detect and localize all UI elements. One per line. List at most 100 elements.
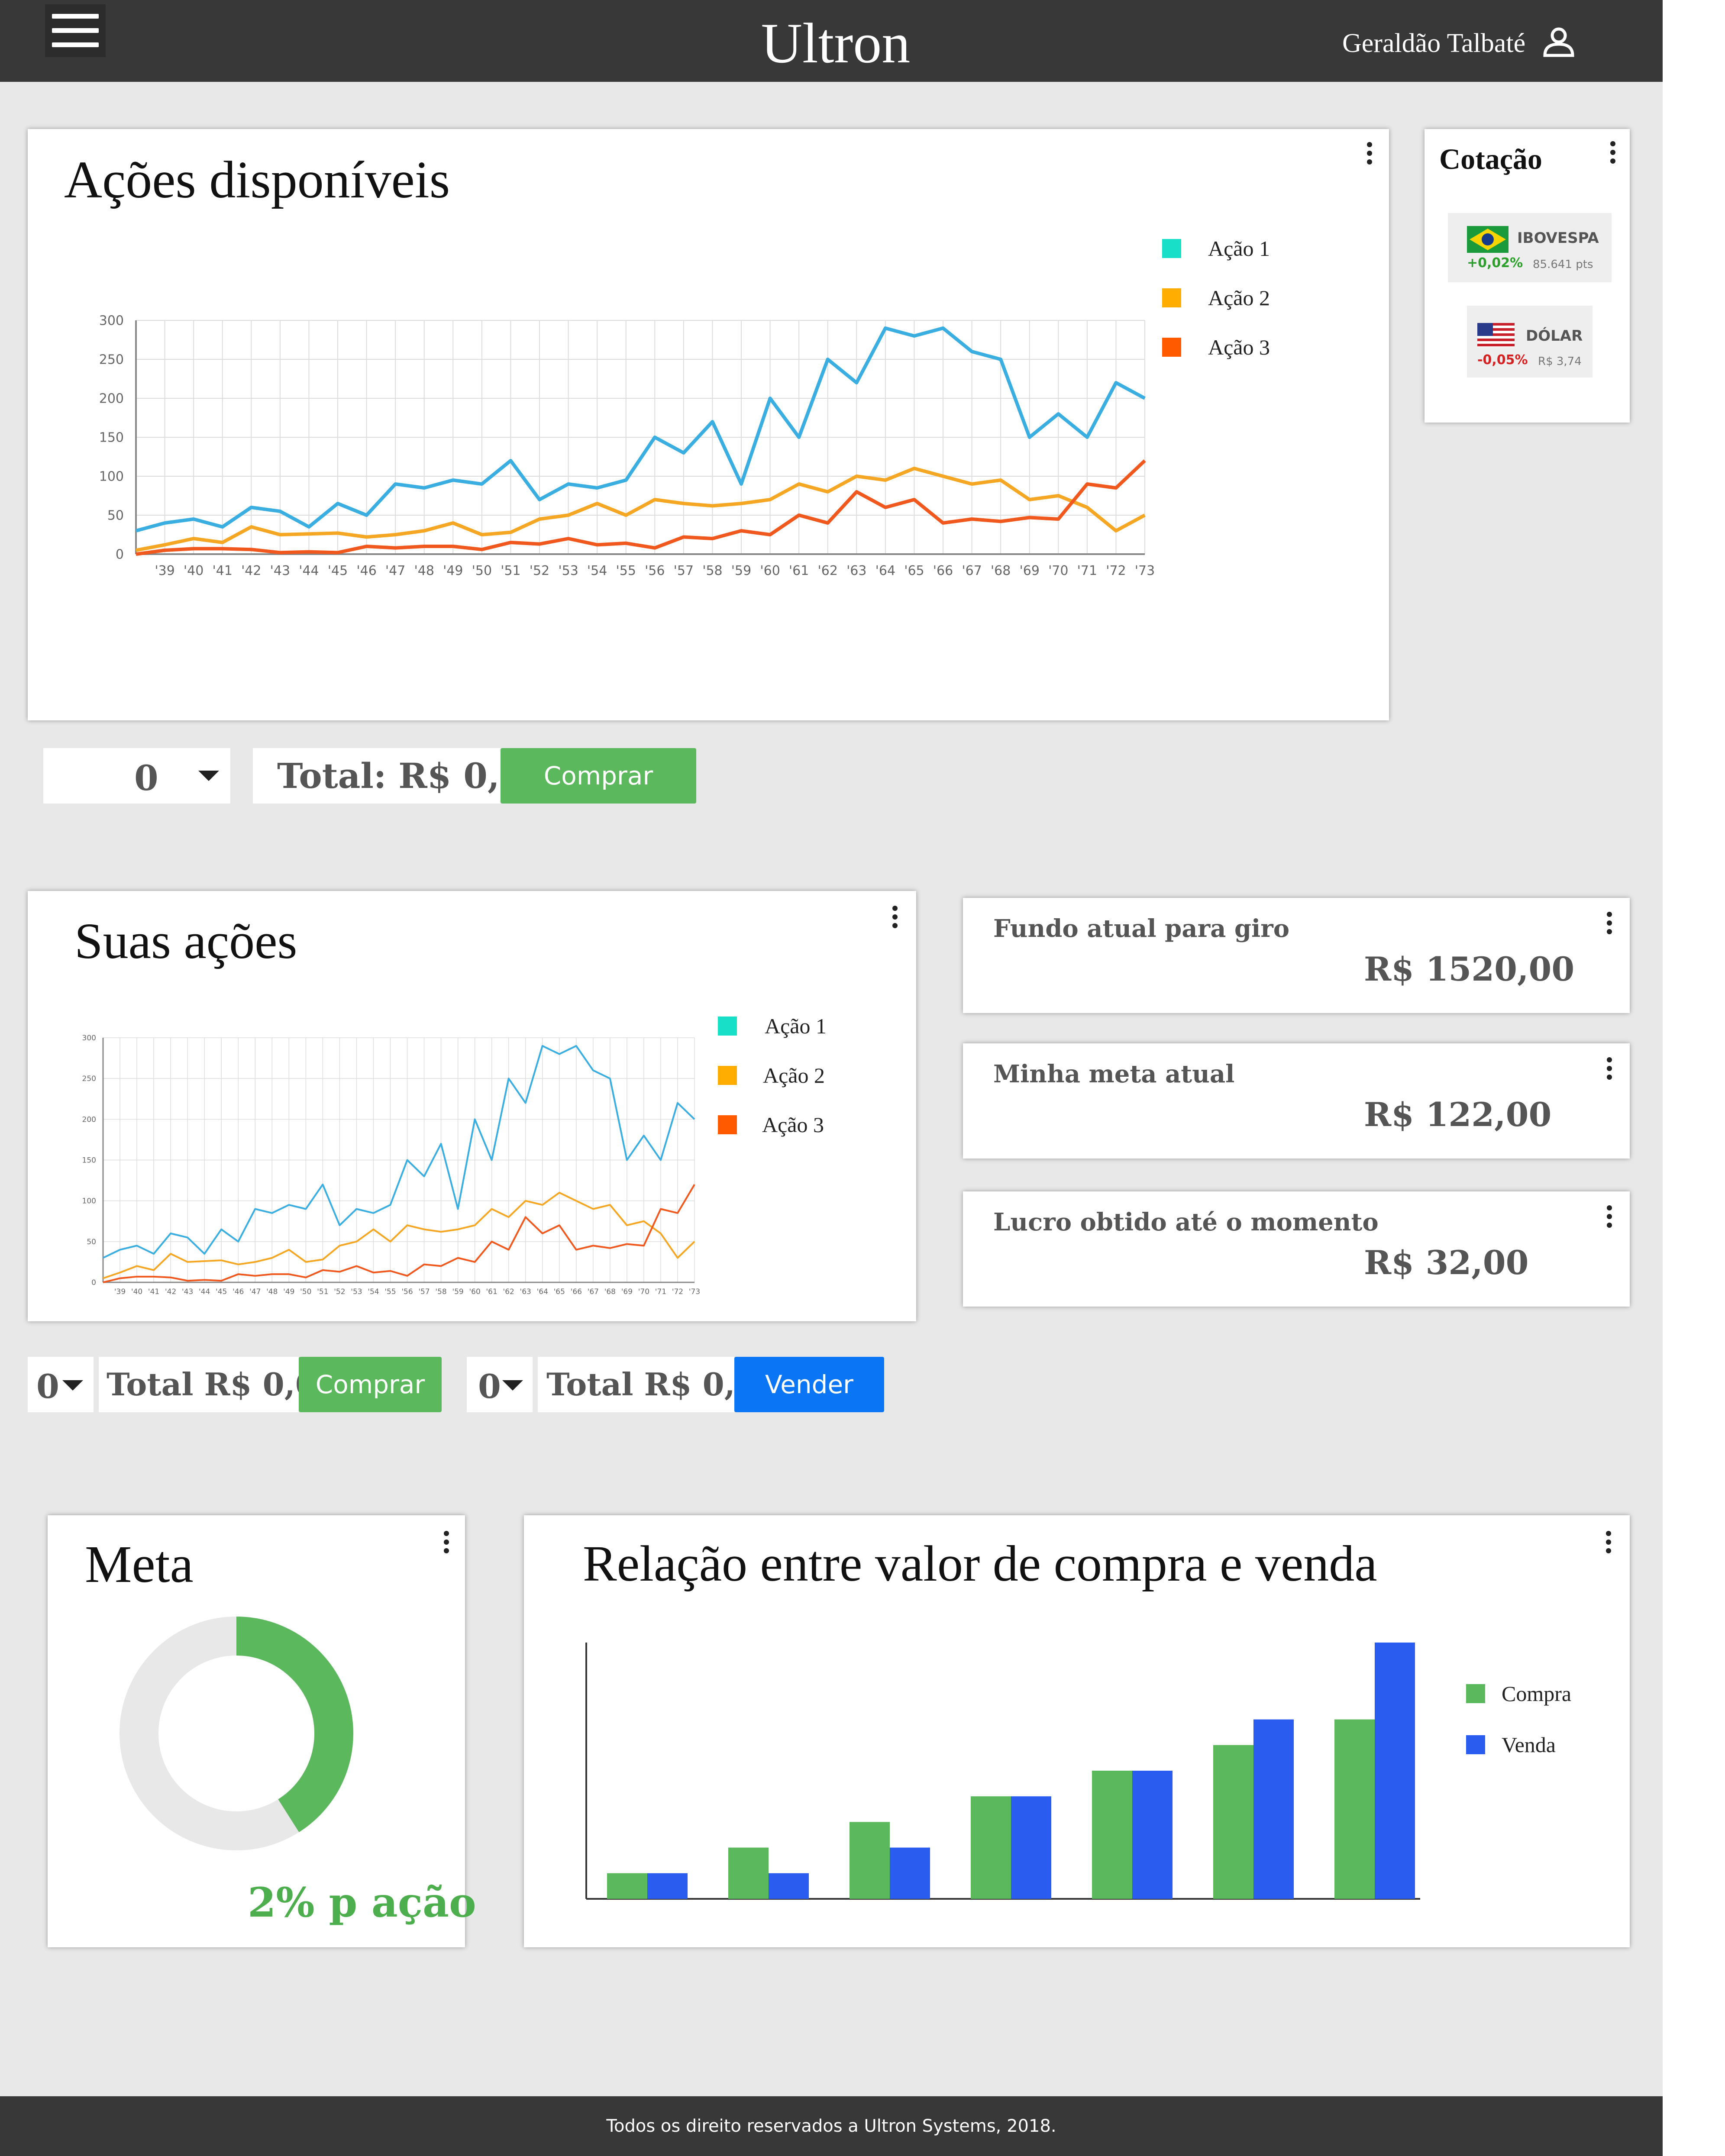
- x-tick-label: '46: [356, 563, 376, 578]
- x-tick-label: '54: [368, 1288, 379, 1296]
- x-tick-label: '62: [818, 563, 838, 578]
- legend-label-acao-2: Ação 2: [763, 1063, 825, 1088]
- chevron-down-icon: [502, 1380, 523, 1391]
- bar-compra-5: [1092, 1771, 1132, 1899]
- x-tick-label: '58: [435, 1288, 446, 1296]
- x-tick-label: '53: [351, 1288, 362, 1296]
- relacao-bar-chart: [585, 1643, 1420, 1900]
- x-tick-label: '52: [334, 1288, 345, 1296]
- meta-progress-donut: [120, 1617, 353, 1850]
- legend-swatch-acao-3: [718, 1115, 737, 1134]
- more-options-icon[interactable]: [1602, 1530, 1615, 1556]
- x-tick-label: '42: [165, 1288, 176, 1296]
- x-tick-label: '67: [588, 1288, 599, 1296]
- x-tick-label: '48: [414, 563, 434, 578]
- more-options-icon[interactable]: [440, 1530, 453, 1556]
- x-tick-label: '42: [241, 563, 261, 578]
- x-tick-label: '47: [385, 563, 405, 578]
- y-tick-label: 250: [99, 352, 124, 368]
- more-options-icon[interactable]: [1603, 1056, 1616, 1082]
- x-tick-label: '73: [1135, 563, 1155, 578]
- buy-button[interactable]: Comprar: [501, 748, 696, 804]
- quote-name: DÓLAR: [1526, 327, 1583, 345]
- buy-total-display: Total R$ 0,00: [99, 1357, 339, 1412]
- quantity-value: 0: [478, 1367, 501, 1406]
- x-tick-label: '49: [283, 1288, 294, 1296]
- quantity-select[interactable]: 0: [43, 748, 230, 804]
- meta-caption: 2% p ação: [248, 1879, 476, 1927]
- x-tick-label: '43: [182, 1288, 193, 1296]
- buy-quantity-select[interactable]: 0: [28, 1357, 94, 1412]
- x-tick-label: '45: [216, 1288, 227, 1296]
- legend-swatch-acao-2: [1162, 288, 1181, 307]
- buy-button[interactable]: Comprar: [299, 1357, 442, 1412]
- series-line-2: [136, 467, 1146, 552]
- hamburger-menu-button[interactable]: [45, 4, 106, 57]
- x-tick-label: '59: [731, 563, 751, 578]
- quantity-value: 0: [134, 758, 158, 798]
- series-line-1: [103, 1045, 695, 1259]
- more-options-icon[interactable]: [1603, 911, 1616, 937]
- app-root: Ultron Geraldão Talbaté Ações disponívei…: [0, 0, 1663, 2156]
- card-title: Relação entre valor de compra e venda: [583, 1535, 1377, 1592]
- x-tick-label: '64: [875, 563, 895, 578]
- x-tick-label: '54: [587, 563, 607, 578]
- lucro-card: Lucro obtido até o momento R$ 32,00: [963, 1191, 1630, 1307]
- x-tick-label: '59: [452, 1288, 463, 1296]
- x-tick-label: '63: [846, 563, 866, 578]
- x-tick-label: '52: [530, 563, 549, 578]
- bar-compra-4: [971, 1796, 1011, 1899]
- chevron-down-icon: [62, 1380, 83, 1391]
- x-tick-label: '48: [266, 1288, 278, 1296]
- x-tick-label: '44: [299, 563, 319, 578]
- footer-text: Todos os direito reservados a Ultron Sys…: [606, 2116, 1056, 2136]
- y-tick-label: 200: [99, 391, 124, 407]
- more-options-icon[interactable]: [1603, 1204, 1616, 1230]
- x-tick-label: '62: [503, 1288, 514, 1296]
- x-tick-label: '55: [384, 1288, 396, 1296]
- user-name[interactable]: Geraldão Talbaté: [1342, 25, 1525, 61]
- relacao-card: Relação entre valor de compra e venda Co…: [524, 1515, 1630, 1947]
- x-tick-label: '47: [249, 1288, 261, 1296]
- quote-dolar[interactable]: DÓLAR -0,05% R$ 3,74: [1467, 306, 1593, 378]
- x-tick-label: '71: [1077, 563, 1097, 578]
- x-tick-label: '49: [443, 563, 463, 578]
- sell-button[interactable]: Vender: [734, 1357, 884, 1412]
- quote-value: R$ 3,74: [1538, 355, 1582, 368]
- more-options-icon[interactable]: [1606, 140, 1619, 166]
- x-tick-label: '46: [233, 1288, 244, 1296]
- x-tick-label: '70: [1048, 563, 1068, 578]
- x-tick-label: '39: [155, 563, 174, 578]
- legend-swatch-acao-1: [718, 1017, 737, 1036]
- bar-venda-1: [647, 1873, 688, 1899]
- quote-ibovespa[interactable]: IBOVESPA +0,02% 85.641 pts: [1448, 213, 1612, 282]
- metric-label: Lucro obtido até o momento: [993, 1208, 1379, 1236]
- card-title: Meta: [85, 1535, 194, 1594]
- legend-label-compra: Compra: [1502, 1682, 1572, 1706]
- legend-label-acao-3: Ação 3: [1208, 335, 1270, 359]
- x-tick-label: '56: [645, 563, 665, 578]
- x-tick-label: '44: [199, 1288, 210, 1296]
- menu-bar-icon: [52, 14, 99, 19]
- x-tick-label: '72: [672, 1288, 683, 1296]
- x-tick-label: '65: [554, 1288, 565, 1296]
- sell-quantity-select[interactable]: 0: [467, 1357, 533, 1412]
- brazil-flag-icon: [1467, 226, 1509, 253]
- x-tick-label: '63: [520, 1288, 531, 1296]
- x-tick-label: '41: [213, 563, 233, 578]
- legend-swatch-acao-2: [718, 1066, 737, 1085]
- more-options-icon[interactable]: [1363, 141, 1376, 167]
- x-tick-label: '60: [760, 563, 780, 578]
- series-line-2: [103, 1191, 695, 1279]
- more-options-icon[interactable]: [888, 905, 901, 931]
- acoes-disponiveis-chart: 0 50 100 150 200 250 300 '39 '40 '41 '42 '43 '44 '45 '…: [99, 313, 1155, 579]
- quantity-value: 0: [36, 1367, 59, 1406]
- x-tick-label: '43: [270, 563, 290, 578]
- user-icon[interactable]: [1541, 27, 1576, 57]
- menu-bar-icon: [52, 28, 99, 33]
- metric-value: R$ 122,00: [1364, 1095, 1552, 1134]
- menu-bar-icon: [52, 42, 99, 47]
- quote-change: -0,05%: [1477, 352, 1528, 368]
- x-tick-label: '39: [114, 1288, 126, 1296]
- footer: Todos os direito reservados a Ultron Sys…: [0, 2096, 1663, 2156]
